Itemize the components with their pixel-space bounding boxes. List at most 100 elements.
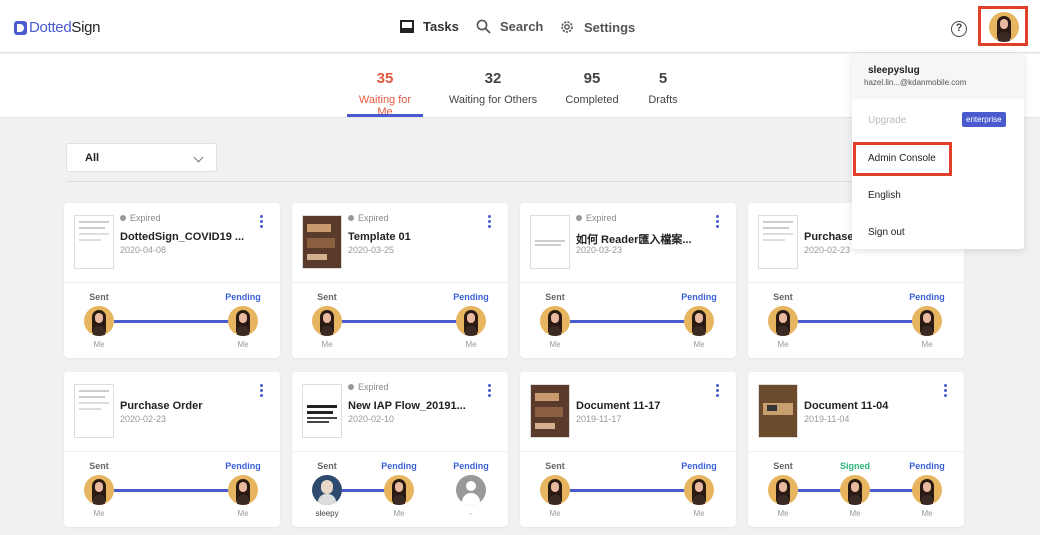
avatar: [684, 306, 714, 336]
profile-menu-toggle[interactable]: [978, 6, 1028, 46]
more-options-icon[interactable]: [260, 215, 264, 230]
top-bar: Dotted Sign Tasks Search Settings ?: [0, 0, 1040, 53]
signer-name: Me: [921, 509, 933, 518]
stat-count: 5: [658, 70, 668, 87]
avatar: [912, 475, 942, 505]
step-status: Pending: [453, 292, 489, 302]
document-thumbnail: [74, 215, 114, 269]
nav-search[interactable]: Search: [476, 19, 543, 34]
menu-item-admin-console[interactable]: Admin Console: [868, 153, 936, 164]
dottedsign-logo[interactable]: Dotted Sign: [14, 19, 101, 36]
task-card[interactable]: Purchase Order 2020-02-23 Sent Me Pendin…: [64, 372, 280, 527]
tab-waiting-for-others[interactable]: 32 Waiting for Others: [447, 70, 539, 106]
signer-step: Sent Me: [307, 292, 347, 349]
avatar: [84, 475, 114, 505]
step-status: Sent: [89, 461, 109, 471]
divider: [292, 451, 508, 452]
task-card[interactable]: Document 11-04 2019-11-04 Sent Me Signed…: [748, 372, 964, 527]
step-status: Sent: [317, 292, 337, 302]
divider: [66, 181, 966, 182]
more-options-icon[interactable]: [488, 215, 492, 230]
signer-step: Pending Me: [451, 292, 491, 349]
status-text: Expired: [130, 213, 161, 223]
task-card[interactable]: Expired New IAP Flow_20191... 2020-02-10…: [292, 372, 508, 527]
signer-name: Me: [465, 340, 477, 349]
logo-text-dotted: Dotted: [29, 19, 72, 36]
stat-label: Drafts: [648, 94, 678, 106]
tab-completed[interactable]: 95 Completed: [562, 70, 622, 106]
avatar: [840, 475, 870, 505]
step-status: Sent: [545, 292, 565, 302]
task-filter-select[interactable]: All: [66, 143, 217, 172]
signer-step: Signed Me: [835, 461, 875, 518]
stat-count: 95: [583, 70, 601, 87]
document-date: 2020-03-25: [348, 245, 395, 255]
divider: [64, 451, 280, 452]
signer-step: Sent Me: [535, 292, 575, 349]
chevron-down-icon: [193, 152, 204, 163]
avatar: [912, 306, 942, 336]
more-options-icon[interactable]: [260, 384, 264, 399]
signer-step: Sent Me: [535, 461, 575, 518]
document-date: 2020-04-08: [120, 245, 167, 255]
signer-name: Me: [321, 340, 333, 349]
document-thumbnail: [530, 215, 570, 269]
status-text: Expired: [586, 213, 617, 223]
tasks-icon: [400, 20, 414, 33]
tab-waiting-for-me[interactable]: 35 Waiting for Me: [350, 70, 420, 118]
nav-tasks[interactable]: Tasks: [400, 19, 459, 34]
signer-name: Me: [93, 340, 105, 349]
menu-item-sign-out[interactable]: Sign out: [868, 227, 905, 238]
document-title: Template 01: [348, 231, 411, 243]
more-options-icon[interactable]: [716, 384, 720, 399]
logo-text-sign: Sign: [71, 19, 101, 36]
document-title: Document 11-17: [576, 400, 661, 412]
avatar: [84, 306, 114, 336]
signer-name: Me: [921, 340, 933, 349]
more-options-icon[interactable]: [716, 215, 720, 230]
signer-name: Me: [777, 509, 789, 518]
document-date: 2019-11-17: [576, 414, 622, 424]
nav-settings-label: Settings: [584, 19, 636, 35]
step-status: Pending: [453, 461, 489, 471]
task-card[interactable]: Expired Template 01 2020-03-25 Sent Me P…: [292, 203, 508, 358]
status-text: Expired: [358, 382, 389, 392]
signer-step: Pending Me: [379, 461, 419, 518]
task-card[interactable]: Expired DottedSign_COVID19 ... 2020-04-0…: [64, 203, 280, 358]
avatar: [540, 475, 570, 505]
task-card[interactable]: Document 11-17 2019-11-17 Sent Me Pendin…: [520, 372, 736, 527]
nav-settings[interactable]: Settings: [559, 19, 635, 35]
document-thumbnail: [302, 384, 342, 438]
avatar: [989, 12, 1019, 42]
menu-item-upgrade[interactable]: Upgrade: [868, 115, 906, 126]
signer-step: Sent Me: [79, 461, 119, 518]
document-thumbnail: [758, 215, 798, 269]
more-options-icon[interactable]: [944, 384, 948, 399]
document-title: New IAP Flow_20191...: [348, 400, 466, 412]
document-date: 2020-02-23: [804, 245, 851, 255]
nav-tasks-label: Tasks: [423, 19, 459, 34]
signer-name: -: [469, 509, 473, 518]
signer-step: Pending Me: [223, 292, 263, 349]
document-date: 2020-02-10: [348, 414, 395, 424]
stat-label: Completed: [565, 94, 619, 106]
menu-item-language[interactable]: English: [868, 190, 901, 201]
avatar: [768, 306, 798, 336]
help-icon[interactable]: ?: [951, 21, 967, 37]
avatar: [228, 475, 258, 505]
account-email: hazel.lin...@kdanmobile.com: [864, 78, 967, 87]
avatar: [540, 306, 570, 336]
signer-step: Sent sleepy: [307, 461, 347, 518]
signer-name: Me: [693, 509, 705, 518]
task-card[interactable]: Expired 如何 Reader匯入檔案... 2020-03-23 Sent…: [520, 203, 736, 358]
document-title: Document 11-04: [804, 400, 889, 412]
more-options-icon[interactable]: [488, 384, 492, 399]
tab-drafts[interactable]: 5 Drafts: [645, 70, 681, 106]
profile-dropdown-menu: sleepyslug hazel.lin...@kdanmobile.com U…: [852, 53, 1024, 249]
avatar: [228, 306, 258, 336]
status-badge: Expired: [348, 213, 389, 223]
gear-icon: [561, 21, 573, 33]
stat-label: Waiting for Others: [448, 94, 538, 106]
account-username: sleepyslug: [868, 65, 920, 76]
logo-icon: [14, 20, 27, 35]
